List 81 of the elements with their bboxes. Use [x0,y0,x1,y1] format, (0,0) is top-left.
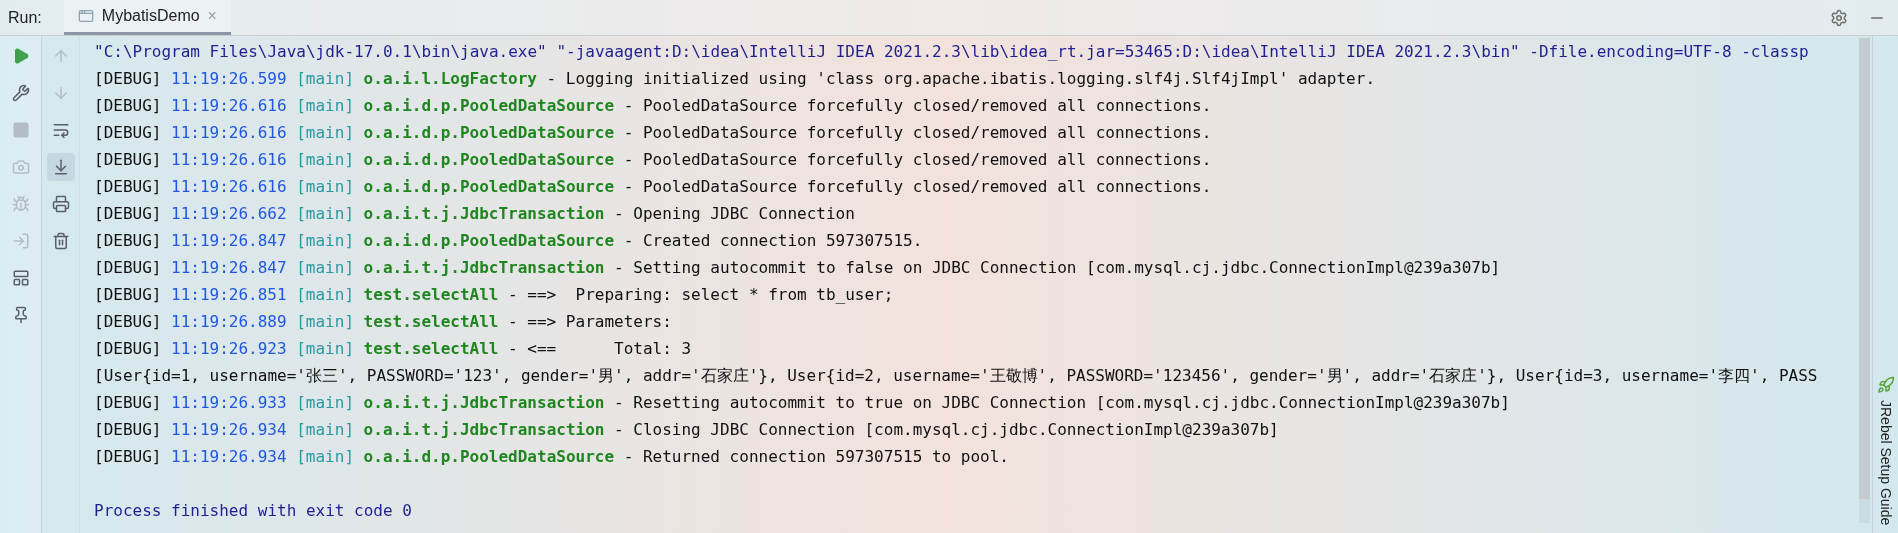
tab-title: MybatisDemo [101,6,200,26]
log-logger: o.a.i.d.p.PooledDataSource [363,230,615,252]
log-level: [DEBUG] [94,68,162,90]
log-thread: [main] [296,419,354,441]
log-time: 11:19:26.933 [171,392,287,414]
log-level: [DEBUG] [94,176,162,198]
log-message: - PooledDataSource forcefully closed/removed all connections. [623,95,1212,117]
log-level: [DEBUG] [94,311,162,333]
log-thread: [main] [296,338,354,360]
log-logger: test.selectAll [363,284,499,306]
log-time: 11:19:26.616 [171,176,287,198]
log-thread: [main] [296,392,354,414]
log-logger: o.a.i.l.LogFactory [363,68,537,90]
log-time: 11:19:26.662 [171,203,287,225]
log-time: 11:19:26.599 [171,68,287,90]
log-level: [DEBUG] [94,230,162,252]
log-logger: o.a.i.t.j.JdbcTransaction [363,203,605,225]
log-level: [DEBUG] [94,284,162,306]
log-time: 11:19:26.934 [171,419,287,441]
log-time: 11:19:26.847 [171,230,287,252]
log-level: [DEBUG] [94,338,162,360]
log-time: 11:19:26.923 [171,338,287,360]
log-logger: o.a.i.d.p.PooledDataSource [363,446,615,468]
log-level: [DEBUG] [94,446,162,468]
log-thread: [main] [296,284,354,306]
command-line: "C:\Program Files\Java\jdk-17.0.1\bin\java.exe" "-javaagent:D:\idea\IntelliJ IDEA 2021.2.3\lib\idea_rt.jar=53465:D:\idea\IntelliJ IDEA 2021.2.3\bin" -Dfile.encoding=UTF-8 -classp [94,41,1809,63]
log-thread: [main] [296,149,354,171]
log-logger: o.a.i.d.p.PooledDataSource [363,95,615,117]
log-time: 11:19:26.847 [171,257,287,279]
log-thread: [main] [296,203,354,225]
log-thread: [main] [296,95,354,117]
log-time: 11:19:26.616 [171,122,287,144]
log-level: [DEBUG] [94,95,162,117]
log-message: - Setting autocommit to false on JDBC Connection [com.mysql.cj.jdbc.ConnectionImpl@239a307b] [614,257,1501,279]
log-thread: [main] [296,68,354,90]
log-message: - PooledDataSource forcefully closed/removed all connections. [623,122,1212,144]
log-level: [DEBUG] [94,257,162,279]
log-level: [DEBUG] [94,392,162,414]
run-label: Run: [8,7,42,28]
log-message: - Opening JDBC Connection [614,203,855,225]
jrebel-setup-guide-tab[interactable]: JRebel Setup Guide [1875,399,1896,525]
log-thread: [main] [296,230,354,252]
log-thread: [main] [296,311,354,333]
log-logger: o.a.i.t.j.JdbcTransaction [363,392,605,414]
log-thread: [main] [296,257,354,279]
log-logger: o.a.i.t.j.JdbcTransaction [363,419,605,441]
log-message: - <== Total: 3 [508,338,692,360]
output-line: [User{id=1, username='张三', PASSWORD='123', gender='男', addr='石家庄'}, User{id=2, username='王敬博', PASSWORD='123456', gender='男', addr='石家庄'}, User{id=3, username='李四', PASS [94,365,1818,387]
log-logger: test.selectAll [363,338,499,360]
log-logger: o.a.i.d.p.PooledDataSource [363,122,615,144]
log-logger: o.a.i.d.p.PooledDataSource [363,176,615,198]
log-message: - PooledDataSource forcefully closed/removed all connections. [623,149,1212,171]
log-time: 11:19:26.616 [171,149,287,171]
log-message: - Created connection 597307515. [623,230,923,252]
log-message: - PooledDataSource forcefully closed/removed all connections. [623,176,1212,198]
settings-icon[interactable] [1830,8,1848,27]
rocket-icon [1876,375,1895,394]
log-message: - Closing JDBC Connection [com.mysql.cj.jdbc.ConnectionImpl@239a307b] [614,419,1279,441]
exit-message: Process finished with exit code 0 [94,500,412,522]
log-time: 11:19:26.616 [171,95,287,117]
console-tab-icon [77,8,94,24]
log-thread: [main] [296,446,354,468]
run-tab[interactable]: MybatisDemo × [63,0,231,35]
log-level: [DEBUG] [94,122,162,144]
log-logger: o.a.i.d.p.PooledDataSource [363,149,615,171]
log-logger: test.selectAll [363,311,499,333]
log-time: 11:19:26.889 [171,311,287,333]
log-message: - ==> Parameters: [508,311,673,333]
log-message: - Logging initialized using 'class org.apache.ibatis.logging.slf4j.Slf4jImpl' adapter. [546,68,1375,90]
log-logger: o.a.i.t.j.JdbcTransaction [363,257,605,279]
log-time: 11:19:26.851 [171,284,287,306]
log-level: [DEBUG] [94,419,162,441]
scroll-to-end-icon[interactable] [46,153,75,181]
log-thread: [main] [296,176,354,198]
log-time: 11:19:26.934 [171,446,287,468]
log-message: - Resetting autocommit to true on JDBC Connection [com.mysql.cj.jdbc.ConnectionImpl@239a307b] [614,392,1510,414]
log-thread: [main] [296,122,354,144]
log-level: [DEBUG] [94,149,162,171]
log-message: - ==> Preparing: select * from tb_user; [508,284,894,306]
log-level: [DEBUG] [94,203,162,225]
log-message: - Returned connection 597307515 to pool. [623,446,1009,468]
